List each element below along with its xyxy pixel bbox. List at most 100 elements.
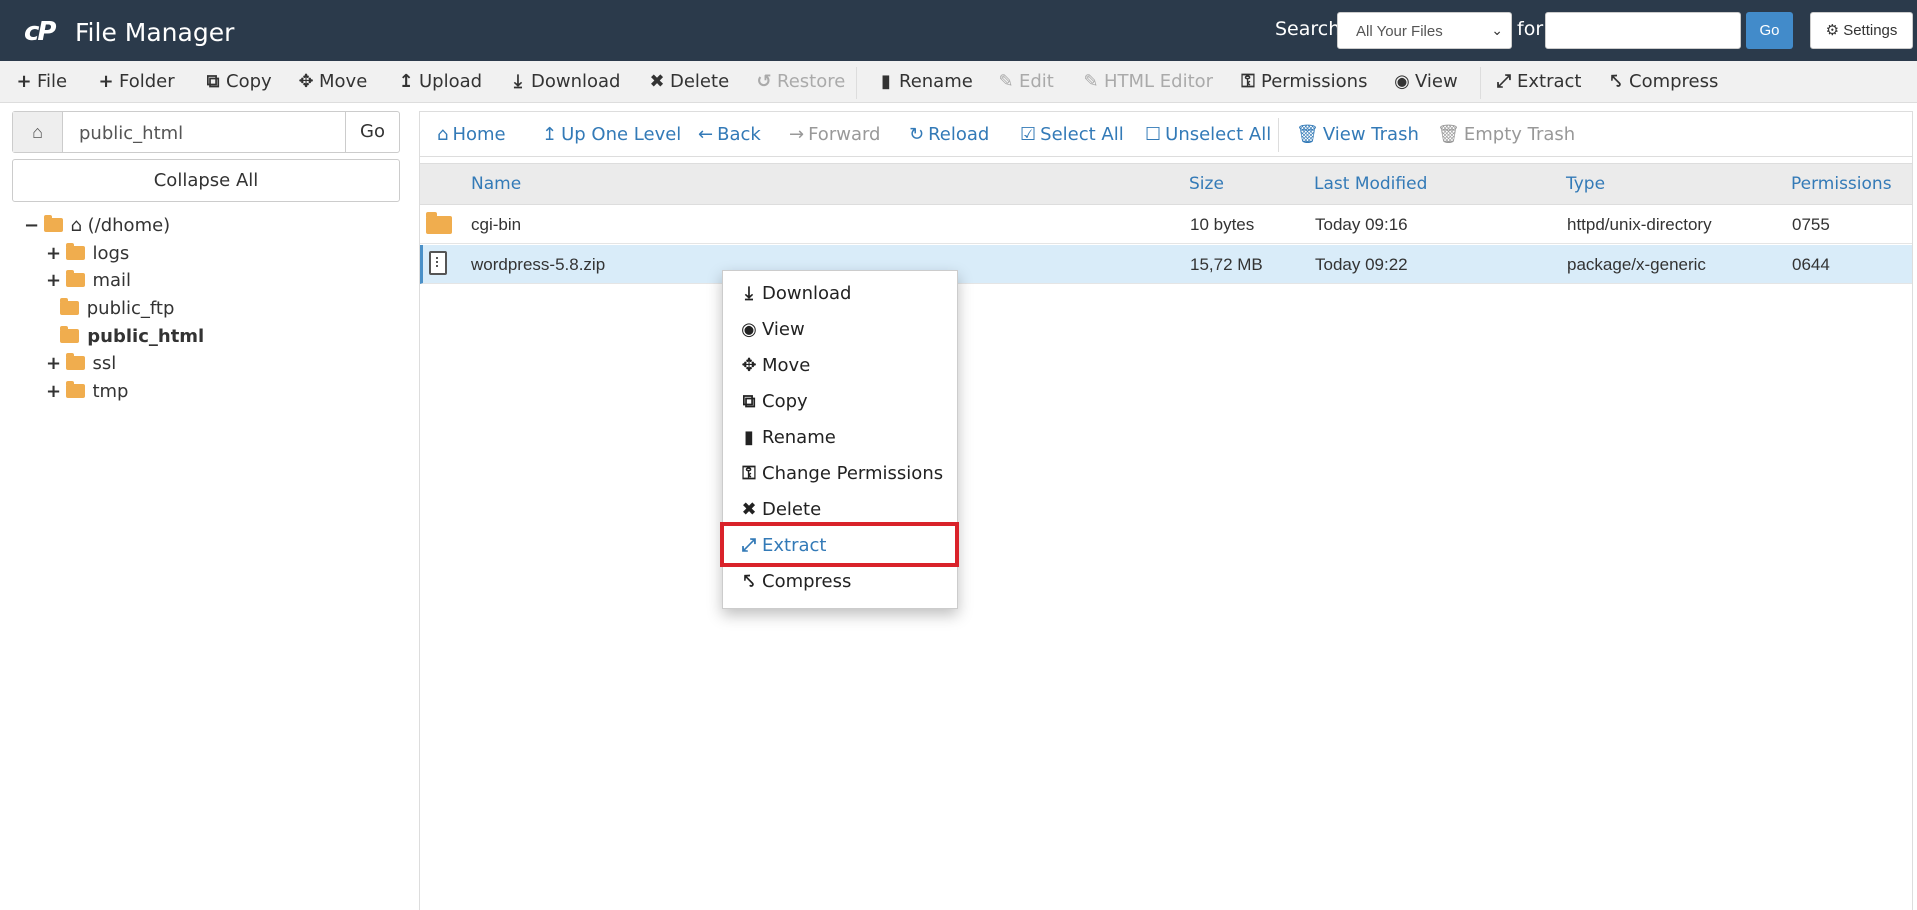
path-input[interactable]: public_html xyxy=(79,123,183,144)
reload-button[interactable]: ↻ Reload xyxy=(909,112,989,157)
expand-tree-icon[interactable]: + xyxy=(46,269,61,293)
rename-button[interactable]: ▮ Rename xyxy=(876,61,973,103)
tree-node-label: mail xyxy=(92,270,132,291)
eye-icon: ◉ xyxy=(1394,71,1410,92)
eye-icon: ◉ xyxy=(741,319,757,340)
download-icon: ⤓ xyxy=(514,71,522,92)
gear-icon: ⚙ xyxy=(1825,22,1840,39)
search-scope-select[interactable]: All Your Files ⌄ xyxy=(1337,12,1512,49)
context-change-permissions[interactable]: ⚿ Change Permissions xyxy=(723,456,957,492)
column-type[interactable]: Type xyxy=(1566,164,1605,204)
context-copy[interactable]: ⧉ Copy xyxy=(723,384,957,420)
folder-icon xyxy=(65,381,85,398)
home-icon: ⌂ xyxy=(437,124,449,145)
column-name[interactable]: Name xyxy=(471,164,521,204)
collapse-tree-icon[interactable]: − xyxy=(24,214,39,238)
tree-node-ssl[interactable]: + ssl xyxy=(46,352,116,376)
settings-button[interactable]: ⚙ Settings xyxy=(1810,12,1913,49)
context-rename[interactable]: ▮ Rename xyxy=(723,420,957,456)
empty-trash-button[interactable]: 🗑 Empty Trash xyxy=(1437,112,1575,157)
context-copy-label: Copy xyxy=(762,391,808,412)
extract-button[interactable]: ⤢ Extract xyxy=(1494,61,1582,103)
top-header: cP File Manager Search All Your Files ⌄ … xyxy=(0,0,1917,61)
file-icon: ▮ xyxy=(744,427,754,448)
folder-icon xyxy=(65,243,85,260)
path-go-button[interactable]: Go xyxy=(345,112,399,152)
empty-trash-label: Empty Trash xyxy=(1463,124,1576,145)
home-icon[interactable]: ⌂ xyxy=(13,112,63,152)
tree-node-logs[interactable]: + logs xyxy=(46,242,129,266)
download-label: Download xyxy=(531,71,621,92)
copy-icon: ⧉ xyxy=(206,71,220,92)
new-folder-button[interactable]: + Folder xyxy=(96,61,174,103)
context-move[interactable]: ✥ Move xyxy=(723,348,957,384)
undo-icon: ↺ xyxy=(756,71,772,92)
context-view[interactable]: ◉ View xyxy=(723,312,957,348)
folder-icon xyxy=(65,353,85,370)
tree-node-dhome[interactable]: − ⌂ (/dhome) xyxy=(24,214,170,238)
context-download[interactable]: ⤓ Download xyxy=(723,276,957,312)
tree-node-public-ftp[interactable]: public_ftp xyxy=(60,297,174,321)
column-last-modified[interactable]: Last Modified xyxy=(1314,164,1427,204)
app-title: File Manager xyxy=(75,18,235,47)
column-size[interactable]: Size xyxy=(1189,164,1224,204)
new-file-button[interactable]: + File xyxy=(14,61,67,103)
permissions-button[interactable]: ⚿ Permissions xyxy=(1238,61,1367,103)
tree-node-label: public_ftp xyxy=(86,298,175,319)
search-go-button[interactable]: Go xyxy=(1746,12,1793,49)
home-nav-button[interactable]: ⌂ Home xyxy=(437,112,506,157)
context-move-label: Move xyxy=(762,355,811,376)
tree-node-public-html[interactable]: public_html xyxy=(60,325,204,349)
collapse-all-button[interactable]: Collapse All xyxy=(12,159,400,202)
upload-button[interactable]: ↥ Upload xyxy=(396,61,482,103)
new-file-label: File xyxy=(37,71,68,92)
tree-node-mail[interactable]: + mail xyxy=(46,269,131,293)
column-permissions[interactable]: Permissions xyxy=(1791,164,1892,204)
view-trash-button[interactable]: 🗑 View Trash xyxy=(1296,112,1419,157)
move-label: Move xyxy=(319,71,368,92)
compress-button[interactable]: ⤣ Compress xyxy=(1606,61,1718,103)
delete-button[interactable]: ✖ Delete xyxy=(647,61,729,103)
tree-node-tmp[interactable]: + tmp xyxy=(46,380,129,404)
unselect-all-label: Unselect All xyxy=(1165,124,1272,145)
compress-label: Compress xyxy=(1629,71,1719,92)
toolbar-divider xyxy=(856,67,857,99)
tree-node-label: logs xyxy=(92,243,130,264)
move-button[interactable]: ✥ Move xyxy=(296,61,367,103)
table-row[interactable]: wordpress-5.8.zip 15,72 MB Today 09:22 p… xyxy=(420,245,1912,284)
refresh-icon: ↻ xyxy=(909,124,925,145)
expand-tree-icon[interactable]: + xyxy=(46,352,61,376)
expand-tree-icon[interactable]: + xyxy=(46,380,61,404)
folder-icon xyxy=(60,326,79,343)
html-editor-button[interactable]: ✎ HTML Editor xyxy=(1081,61,1213,103)
forward-button[interactable]: → Forward xyxy=(789,112,880,157)
view-trash-label: View Trash xyxy=(1322,124,1419,145)
file-type: httpd/unix-directory xyxy=(1567,215,1712,234)
cpanel-logo[interactable]: cP xyxy=(24,17,57,47)
view-button[interactable]: ◉ View xyxy=(1392,61,1458,103)
check-square-icon: ☑ xyxy=(1020,124,1037,145)
permissions-label: Permissions xyxy=(1261,71,1368,92)
unselect-all-button[interactable]: ☐ Unselect All xyxy=(1145,112,1271,157)
file-size: 15,72 MB xyxy=(1190,255,1263,274)
restore-button[interactable]: ↺ Restore xyxy=(754,61,845,103)
copy-button[interactable]: ⧉ Copy xyxy=(203,61,272,103)
context-compress[interactable]: ⤣ Compress xyxy=(723,564,957,600)
table-row[interactable]: cgi-bin 10 bytes Today 09:16 httpd/unix-… xyxy=(420,205,1912,244)
file-size: 10 bytes xyxy=(1190,215,1255,234)
nav-divider xyxy=(1278,118,1279,152)
select-all-button[interactable]: ☑ Select All xyxy=(1020,112,1124,157)
search-input[interactable] xyxy=(1545,12,1741,49)
main-toolbar: + File + Folder ⧉ Copy ✥ Move ↥ Upload ⤓ Downl… xyxy=(0,61,1917,103)
copy-icon: ⧉ xyxy=(742,391,756,412)
edit-button[interactable]: ✎ Edit xyxy=(996,61,1053,103)
upload-icon: ↥ xyxy=(398,71,414,92)
back-button[interactable]: ← Back xyxy=(698,112,761,157)
reload-label: Reload xyxy=(928,124,990,145)
expand-tree-icon[interactable]: + xyxy=(46,242,61,266)
download-button[interactable]: ⤓ Download xyxy=(508,61,620,103)
up-one-level-button[interactable]: ↥ Up One Level xyxy=(542,112,681,157)
file-name: wordpress-5.8.zip xyxy=(471,255,606,274)
up-one-level-label: Up One Level xyxy=(561,124,682,145)
home-icon: ⌂ xyxy=(70,215,82,236)
